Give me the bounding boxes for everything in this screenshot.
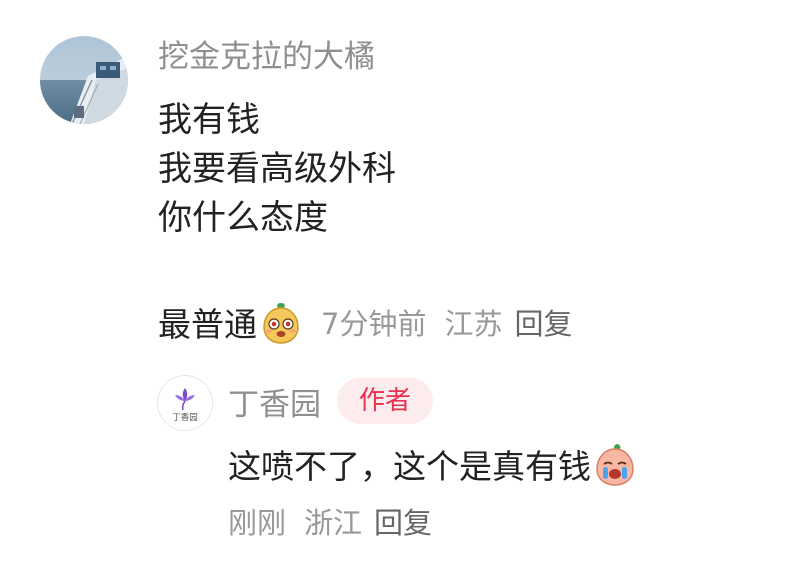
- comment-time: 7分钟前: [321, 307, 427, 341]
- comment-line: 你什么态度: [158, 198, 328, 238]
- reply-to-reply-button[interactable]: 回复: [374, 500, 432, 542]
- comment-location: 江苏: [444, 307, 503, 341]
- ship-deck-photo: [40, 36, 128, 124]
- commenter-username[interactable]: 挖金克拉的大橘: [158, 36, 375, 78]
- reply-username[interactable]: 丁香园: [228, 379, 321, 424]
- reply-text-row: 这喷不了，这个是真有钱: [228, 440, 637, 488]
- surprised-fruit-sticker-icon: [263, 303, 299, 344]
- comment-line: 我要看高级外科: [158, 149, 396, 189]
- crying-peach-sticker-icon: [596, 444, 634, 486]
- reply-author-avatar[interactable]: 丁香园: [157, 375, 213, 431]
- reply-header: 丁香园 作者: [228, 378, 434, 424]
- comment-footer-text: 最普通: [158, 305, 257, 344]
- reply-meta-row: 刚刚 浙江 回复: [228, 500, 432, 542]
- reply-time: 刚刚: [228, 506, 287, 540]
- commenter-avatar[interactable]: [40, 36, 128, 124]
- comment-line: 我有钱: [158, 100, 260, 140]
- comment-meta-row: 最普通 7分钟前 江苏 回复: [158, 298, 572, 346]
- dingxiangyuan-logo-icon: 丁香园: [172, 388, 198, 423]
- author-badge: 作者: [337, 378, 434, 424]
- comment-text: 我有钱 我要看高级外科 你什么态度: [158, 96, 396, 243]
- logo-text: 丁香园: [172, 412, 198, 423]
- reply-location: 浙江: [304, 506, 363, 540]
- reply-text: 这喷不了，这个是真有钱: [228, 447, 591, 486]
- reply-button[interactable]: 回复: [514, 301, 572, 343]
